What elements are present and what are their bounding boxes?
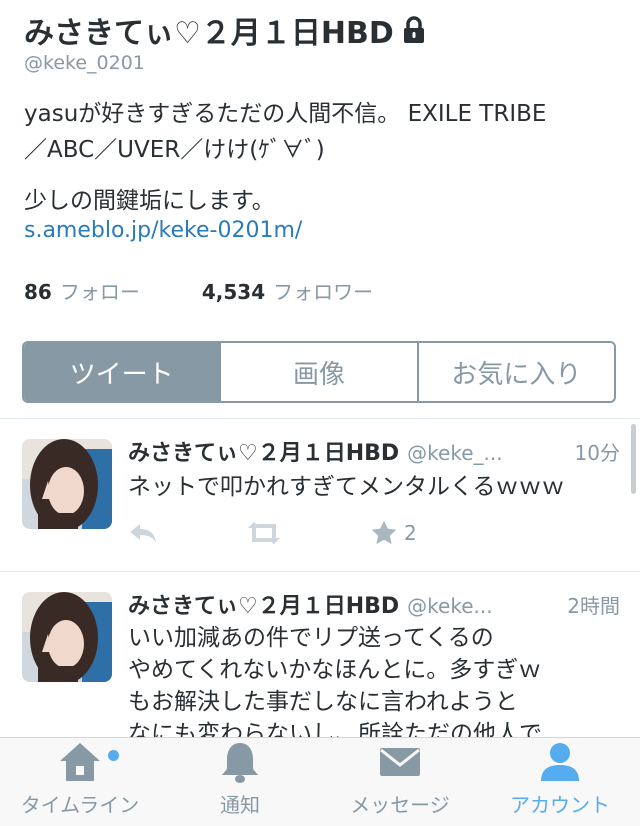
unread-indicator <box>108 750 119 761</box>
avatar[interactable] <box>22 592 112 682</box>
profile-display-name: みさきてぃ♡２月１日HBD <box>24 16 394 51</box>
retweet-icon <box>248 522 280 544</box>
profile-bio: yasuが好きすぎるただの人間不信。 EXILE TRIBE ／ABC／UVER… <box>24 96 624 168</box>
home-icon <box>60 743 100 781</box>
person-icon <box>541 743 579 781</box>
tweet-timestamp: 2時間 <box>567 594 620 618</box>
tweet-header: みさきてぃ♡２月１日HBD @keke_... 10分 <box>128 435 620 467</box>
tweet-item[interactable]: みさきてぃ♡２月１日HBD @keke_... 10分 ネットで叩かれすぎてメン… <box>0 419 640 571</box>
tweet-item[interactable]: みさきてぃ♡２月１日HBD @keke... 2時間 いい加減あの件でリプ送って… <box>0 572 640 738</box>
star-icon <box>371 520 397 545</box>
name-row: みさきてぃ♡２月１日HBD <box>24 8 426 52</box>
lock-icon <box>403 16 424 43</box>
tweet-text-line: なにも変わらないし、所詮ただの他人で <box>128 721 542 738</box>
tab-label: 通知 <box>220 793 260 817</box>
tweet-author-handle: @keke... <box>407 594 493 618</box>
profile-header: みさきてぃ♡２月１日HBD @keke_0201 yasuが好きすぎるただの人間… <box>0 0 640 418</box>
profile-handle: @keke_0201 <box>24 52 145 74</box>
favorite-button[interactable]: 2 <box>370 519 417 547</box>
tab-label: メッセージ <box>350 793 450 817</box>
tab-label: アカウント <box>510 793 610 817</box>
follow-counts: 86 フォロー 4,534 フォロワー <box>24 276 373 305</box>
reply-icon <box>130 524 156 543</box>
tweet-text: ネットで叩かれすぎてメンタルくるｗｗｗ <box>128 474 565 500</box>
tweet-author-name[interactable]: みさきてぃ♡２月１日HBD <box>128 435 399 467</box>
tweet-text: いい加減あの件でリプ送ってくるの やめてくれないかなほんとに。多すぎｗ もお解決… <box>128 622 618 738</box>
tweet-header: みさきてぃ♡２月１日HBD @keke... 2時間 <box>128 588 620 620</box>
tab-notifications[interactable]: 通知 <box>160 738 320 826</box>
avatar[interactable] <box>22 439 112 529</box>
favorite-count: 2 <box>404 521 417 545</box>
bio-line: yasuが好きすぎるただの人間不信。 EXILE TRIBE <box>24 101 547 127</box>
envelope-icon <box>380 748 420 776</box>
following-number: 86 <box>24 280 52 304</box>
retweet-button[interactable] <box>246 520 282 546</box>
tweet-text-line: いい加減あの件でリプ送ってくるの <box>128 625 494 651</box>
profile-link[interactable]: s.ameblo.jp/keke-0201m/ <box>24 218 302 243</box>
tweet-actions: 2 <box>128 519 417 547</box>
tab-messages[interactable]: メッセージ <box>320 738 480 826</box>
scrollbar[interactable] <box>631 424 636 494</box>
profile-segmented-control: ツイート 画像 お気に入り <box>22 341 616 403</box>
tweet-text-line: やめてくれないかなほんとに。多すぎｗ <box>128 657 542 683</box>
followers-count[interactable]: 4,534 フォロワー <box>202 276 373 305</box>
bio-line: 少しの間鍵垢にします。 <box>24 188 275 214</box>
tab-account[interactable]: アカウント <box>480 738 640 826</box>
followers-number: 4,534 <box>201 280 266 304</box>
tweet-author-handle: @keke_... <box>407 441 503 465</box>
following-label: フォロー <box>59 280 140 304</box>
tweet-text-line: もお解決した事だしなに言われようと <box>128 689 518 715</box>
tab-timeline[interactable]: タイムライン <box>0 738 160 826</box>
bell-icon <box>222 743 258 783</box>
tweet-author-name[interactable]: みさきてぃ♡２月１日HBD <box>128 588 399 620</box>
bio-line: ／ABC／UVER／けけ(ｹﾞ∀ﾞ) <box>24 137 325 163</box>
following-count[interactable]: 86 フォロー <box>24 276 140 305</box>
followers-label: フォロワー <box>273 280 374 304</box>
tab-favorites[interactable]: お気に入り <box>416 343 614 401</box>
tab-tweets[interactable]: ツイート <box>24 343 220 401</box>
tab-images[interactable]: 画像 <box>219 343 417 401</box>
bottom-tab-bar: タイムライン 通知 メッセージ アカウント <box>0 737 640 826</box>
tab-label: タイムライン <box>20 793 140 817</box>
reply-button[interactable] <box>128 520 158 546</box>
tweet-timestamp: 10分 <box>574 441 620 465</box>
